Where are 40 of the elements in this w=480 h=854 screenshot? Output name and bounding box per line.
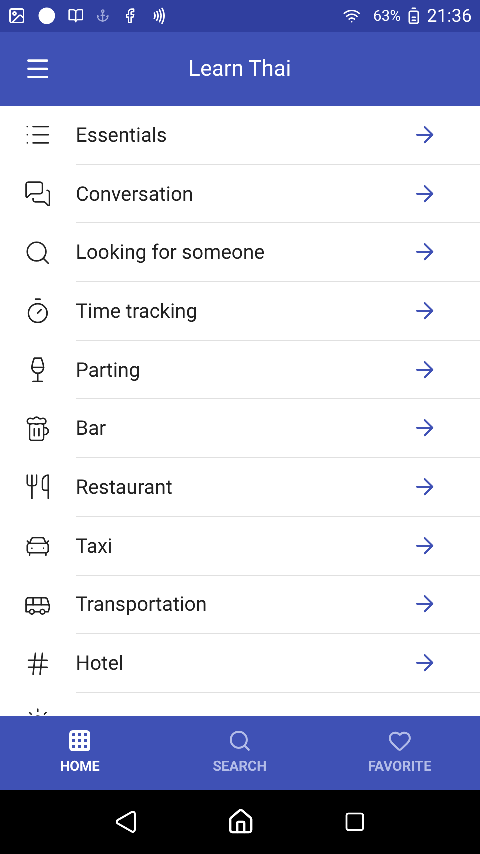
book-icon (68, 8, 84, 24)
grid-icon (68, 728, 92, 752)
category-item[interactable]: Essentials (0, 106, 480, 165)
category-item[interactable]: Conversation (0, 164, 480, 224)
category-label: Taxi (76, 532, 112, 560)
category-item[interactable]: Parting (0, 340, 480, 400)
battery-percent: 63% (373, 6, 402, 27)
home-icon[interactable] (226, 808, 255, 836)
nav-tab[interactable]: HOME (0, 716, 160, 790)
search-icon (228, 728, 252, 752)
wifi-icon (343, 7, 362, 25)
category-item[interactable]: Hotel (0, 634, 480, 693)
beer-mug-icon (24, 414, 52, 443)
recents-icon[interactable] (344, 811, 366, 833)
clock: 21:36 (427, 4, 472, 28)
circle-icon (38, 7, 56, 25)
category-label: Restaurant (76, 474, 173, 501)
category-label: Transportation (76, 591, 208, 618)
category-label: Time tracking (76, 298, 198, 325)
category-label: Essentials (76, 122, 168, 149)
category-label: Parting (76, 356, 140, 384)
chat-bubbles-icon (24, 180, 52, 208)
category-label: Hotel (76, 650, 124, 678)
gallery-icon (8, 7, 26, 25)
category-item[interactable]: Transportation (0, 576, 480, 634)
nav-tab[interactable]: SEARCH (160, 716, 320, 790)
nav-tab[interactable]: FAVORITE (320, 716, 480, 790)
app-title: Learn Thai (188, 56, 292, 84)
category-item[interactable]: Looking for someone (0, 223, 480, 282)
category-item[interactable]: Restaurant (0, 458, 480, 517)
category-item[interactable]: Taxi (0, 516, 480, 576)
category-item[interactable]: Time tracking (0, 282, 480, 341)
category-item[interactable]: Bar (0, 399, 480, 458)
cutlery-icon (24, 473, 52, 502)
category-label: Conversation (76, 180, 194, 208)
back-icon[interactable] (114, 810, 138, 834)
search-icon (24, 238, 52, 267)
anchor-icon (96, 9, 110, 23)
category-label: Bar (76, 415, 106, 442)
category-label: Looking for someone (76, 239, 265, 266)
